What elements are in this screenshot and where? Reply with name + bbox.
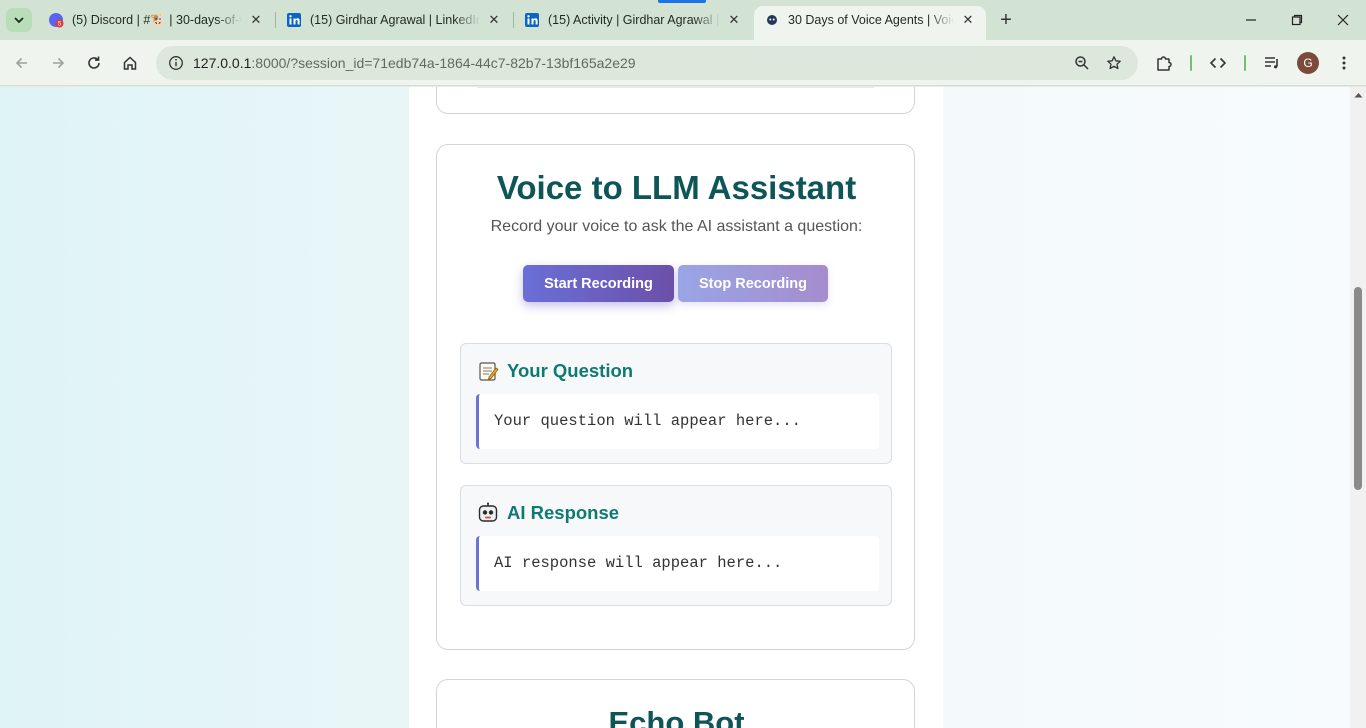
- url-host: 127.0.0.1: [193, 55, 252, 71]
- stop-recording-button[interactable]: Stop Recording: [678, 265, 828, 302]
- close-window-button[interactable]: [1320, 0, 1366, 40]
- question-output: Your question will appear here...: [476, 394, 879, 449]
- question-heading: Your Question: [507, 360, 634, 381]
- code-icon: [1209, 57, 1227, 69]
- devtools-button[interactable]: [1204, 49, 1232, 77]
- close-icon[interactable]: ✕: [248, 12, 264, 28]
- forward-button[interactable]: [44, 49, 72, 77]
- question-panel: Your Question Your question will appear …: [460, 343, 892, 464]
- close-icon: [1337, 14, 1349, 26]
- new-tab-button[interactable]: +: [994, 8, 1018, 32]
- address-bar[interactable]: 127.0.0.1:8000/?session_id=71edb74a-1864…: [156, 46, 1138, 80]
- profile-avatar[interactable]: G: [1297, 52, 1319, 74]
- bookmark-star-icon[interactable]: [1102, 51, 1126, 75]
- assistant-subtitle: Record your voice to ask the AI assistan…: [490, 218, 863, 235]
- question-header: Your Question: [476, 359, 633, 383]
- media-controls-button[interactable]: [1258, 49, 1286, 77]
- response-output: AI response will appear here...: [476, 536, 879, 591]
- close-icon[interactable]: ✕: [486, 12, 502, 28]
- reload-button[interactable]: [80, 49, 108, 77]
- toolbar-separator: [1244, 55, 1246, 71]
- back-button[interactable]: [8, 49, 36, 77]
- home-button[interactable]: [116, 49, 144, 77]
- tab-drag-indicator: [658, 0, 706, 3]
- scrollbar-thumb[interactable]: [1354, 287, 1362, 490]
- reload-icon: [88, 56, 100, 69]
- browser-toolbar: 127.0.0.1:8000/?session_id=71edb74a-1864…: [0, 40, 1366, 86]
- page-viewport: Voice to LLM Assistant Record your voice…: [0, 87, 1350, 728]
- robot-icon: [476, 501, 500, 525]
- linkedin-icon: [524, 12, 540, 28]
- media-queue-icon: [1265, 57, 1278, 69]
- discord-icon: 5: [48, 12, 64, 28]
- restore-button[interactable]: [1274, 0, 1320, 40]
- response-header: AI Response: [476, 501, 619, 525]
- home-icon: [123, 56, 137, 70]
- minimize-icon: [1246, 19, 1256, 21]
- assistant-title: Voice to LLM Assistant: [496, 169, 857, 206]
- echo-bot-card: Echo Bot: [436, 679, 915, 728]
- tab-label: (15) Activity | Girdhar Agrawal | Linked…: [548, 13, 720, 27]
- tab-linkedin-profile[interactable]: (15) Girdhar Agrawal | LinkedIn ✕: [276, 6, 512, 34]
- app-icon: [764, 12, 780, 28]
- echo-bot-title: Echo Bot: [608, 705, 745, 728]
- restore-icon: [1291, 14, 1303, 26]
- tab-linkedin-activity[interactable]: (15) Activity | Girdhar Agrawal | Linked…: [514, 6, 752, 34]
- tab-label: (15) Girdhar Agrawal | LinkedIn: [310, 13, 480, 27]
- arrow-left-icon: [15, 57, 27, 69]
- question-placeholder: Your question will appear here...: [494, 412, 801, 430]
- puzzle-icon: [1157, 56, 1172, 71]
- response-panel: AI Response AI response will appear here…: [460, 485, 892, 606]
- memo-icon: [476, 359, 500, 383]
- previous-section-card: [436, 87, 915, 114]
- url-path: :8000/?session_id=71edb74a-1864-44c7-82b…: [251, 55, 636, 71]
- tab-strip: 5 (5) Discord | #🐮 | 30-days-of-voice ✕ …: [0, 0, 1366, 40]
- menu-button[interactable]: [1330, 49, 1358, 77]
- url-text[interactable]: 127.0.0.1:8000/?session_id=71edb74a-1864…: [193, 55, 636, 71]
- arrow-right-icon: [53, 57, 65, 69]
- response-heading: AI Response: [507, 502, 620, 523]
- extensions-button[interactable]: [1150, 49, 1178, 77]
- site-info-icon[interactable]: [164, 51, 188, 75]
- tab-voice-agents[interactable]: 30 Days of Voice Agents | Voice ✕: [754, 6, 986, 40]
- voice-assistant-card: Voice to LLM Assistant Record your voice…: [436, 144, 915, 650]
- tab-label: 30 Days of Voice Agents | Voice: [788, 13, 954, 27]
- close-icon[interactable]: ✕: [960, 12, 976, 28]
- tab-search-button[interactable]: [6, 8, 32, 32]
- linkedin-icon: [286, 12, 302, 28]
- close-icon[interactable]: ✕: [726, 12, 742, 28]
- response-placeholder: AI response will appear here...: [494, 554, 783, 572]
- page-scrollbar[interactable]: [1350, 87, 1366, 728]
- zoom-icon[interactable]: [1070, 51, 1094, 75]
- start-recording-button[interactable]: Start Recording: [523, 265, 674, 302]
- tab-label: (5) Discord | #🐮 | 30-days-of-voice: [72, 12, 242, 27]
- divider: [477, 87, 874, 88]
- more-vertical-icon: [1342, 56, 1346, 70]
- toolbar-separator: [1190, 55, 1192, 71]
- tab-discord[interactable]: 5 (5) Discord | #🐮 | 30-days-of-voice ✕: [38, 6, 274, 34]
- chevron-down-icon: [14, 17, 24, 24]
- minimize-button[interactable]: [1228, 0, 1274, 40]
- scroll-up-icon[interactable]: [1353, 91, 1363, 99]
